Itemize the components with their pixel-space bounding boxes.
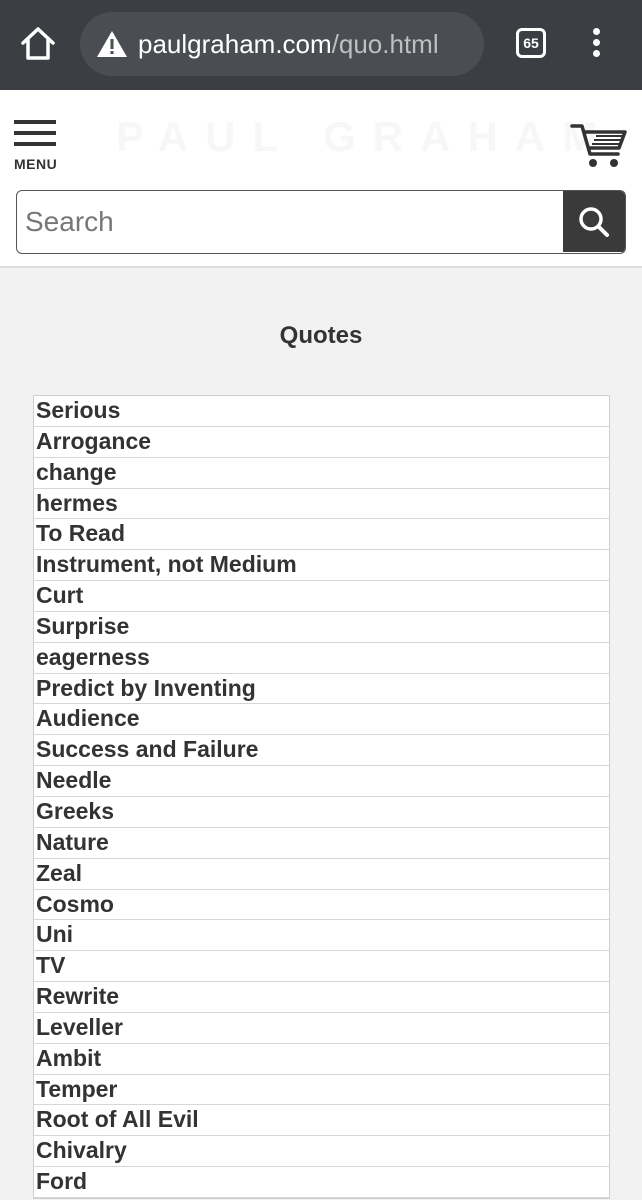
url-text: paulgraham.com/quo.html: [138, 28, 439, 60]
quote-link[interactable]: eagerness: [34, 643, 609, 674]
home-icon: [21, 27, 55, 60]
home-button[interactable]: [18, 24, 58, 64]
quote-link[interactable]: Audience: [34, 704, 609, 736]
url-host: paulgraham.com: [138, 29, 332, 59]
quote-link[interactable]: Rewrite: [34, 982, 609, 1013]
quote-link[interactable]: Ambit: [34, 1044, 609, 1075]
page-title: Quotes: [279, 322, 363, 349]
quote-link[interactable]: Nature: [34, 828, 609, 859]
hamburger-icon: [14, 120, 60, 146]
search-box: [16, 190, 626, 254]
quote-link[interactable]: Ford: [34, 1167, 609, 1198]
cart-icon: [570, 124, 627, 167]
quote-link[interactable]: Serious: [34, 396, 609, 427]
search-icon: [579, 207, 609, 237]
cart-button[interactable]: [570, 120, 628, 170]
search-button[interactable]: [563, 191, 625, 252]
search-input[interactable]: [17, 191, 563, 252]
quote-link[interactable]: Uni: [34, 920, 609, 952]
warning-icon: [97, 31, 127, 57]
site-header: MENU PAUL GRAHAM: [0, 90, 642, 268]
more-vert-icon[interactable]: [586, 28, 606, 60]
quote-link[interactable]: Curt: [34, 581, 609, 612]
quote-link[interactable]: Leveller: [34, 1013, 609, 1044]
quote-link[interactable]: Predict by Inventing: [34, 674, 609, 705]
quote-link[interactable]: Surprise: [34, 612, 609, 643]
quote-link[interactable]: Cosmo: [34, 890, 609, 921]
quote-link[interactable]: Needle: [34, 766, 609, 797]
quote-link[interactable]: To Read: [34, 519, 609, 551]
quote-link[interactable]: Arrogance: [34, 427, 609, 458]
quote-link[interactable]: hermes: [34, 489, 609, 520]
url-path: /quo.html: [331, 29, 439, 59]
tab-switcher-button[interactable]: 65: [516, 28, 546, 58]
tab-count: 65: [523, 35, 539, 51]
quote-link[interactable]: Temper: [34, 1075, 609, 1106]
quote-link[interactable]: Instrument, not Medium: [34, 550, 609, 582]
menu-button[interactable]: MENU: [14, 120, 60, 174]
quote-link[interactable]: TV: [34, 951, 609, 983]
quote-link[interactable]: Greeks: [34, 797, 609, 828]
quote-list: Serious Arrogance change hermes To Read Instr…: [33, 395, 610, 1199]
quote-link[interactable]: Success and Failure: [34, 735, 609, 767]
menu-label: MENU: [14, 156, 58, 172]
quote-link[interactable]: Root of All Evil: [34, 1105, 609, 1137]
quote-link[interactable]: Chivalry: [34, 1136, 609, 1168]
site-logo[interactable]: PAUL GRAHAM: [116, 112, 597, 162]
quote-link[interactable]: change: [34, 458, 609, 489]
quote-link[interactable]: Zeal: [34, 859, 609, 890]
browser-toolbar: paulgraham.com/quo.html 65: [0, 0, 642, 90]
address-bar[interactable]: paulgraham.com/quo.html: [80, 12, 484, 76]
